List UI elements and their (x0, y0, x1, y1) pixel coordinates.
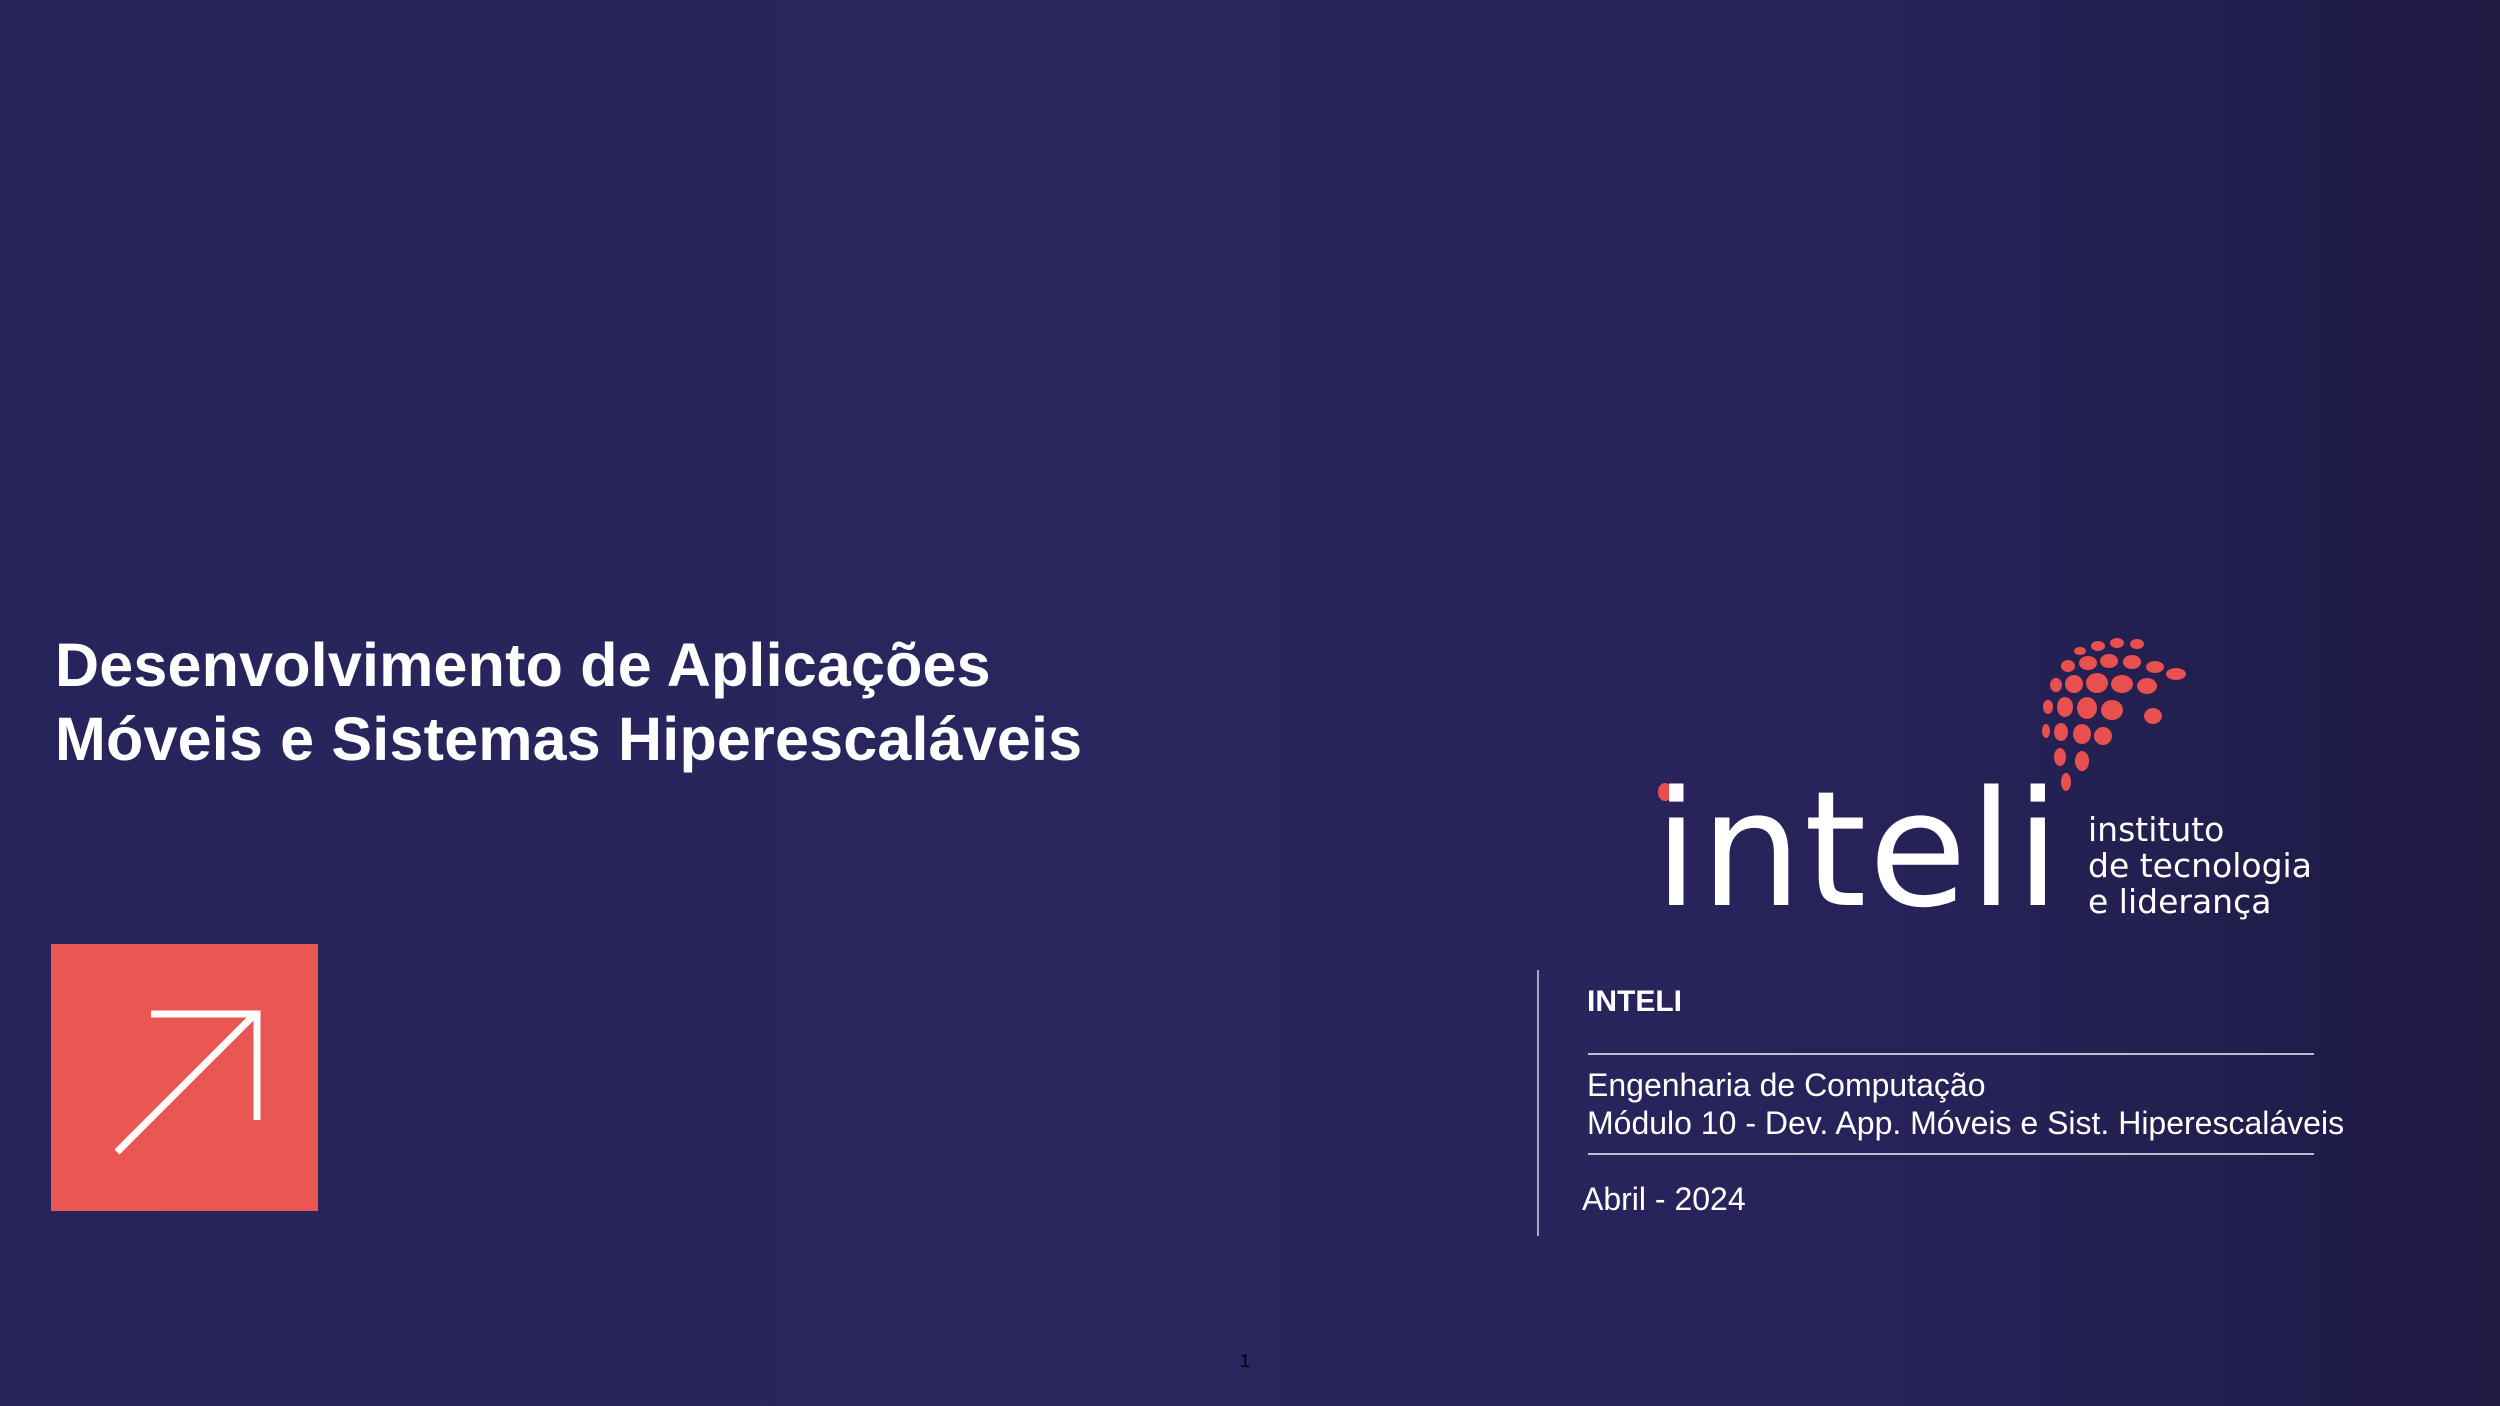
horizontal-divider-top (1588, 1053, 2314, 1055)
logo-tagline-line-2: de tecnologia (2088, 846, 2312, 885)
slide-title: Desenvolvimento de Aplicações Móveis e S… (55, 628, 1255, 776)
slide-title-line-2: Móveis e Sistemas Hiperescaláveis (55, 705, 1083, 773)
page-number: 1 (1240, 1351, 1251, 1371)
logo-tagline-line-3: e liderança (2088, 882, 2272, 921)
title-slide: Desenvolvimento de Aplicações Móveis e S… (0, 0, 2500, 1406)
vertical-divider (1537, 970, 1539, 1236)
institution-name: INTELI (1587, 985, 1682, 1018)
arrow-up-right-icon (51, 944, 318, 1211)
program-course: Engenharia de Computação (1587, 1067, 1986, 1103)
program-info: Engenharia de Computação Módulo 10 - Dev… (1587, 1066, 2344, 1142)
logo-tagline-line-1: instituto (2088, 810, 2225, 849)
inteli-logo: inteli instituto de tecnologia e lideran… (1640, 630, 2340, 940)
horizontal-divider-bottom (1588, 1153, 2314, 1155)
slide-title-line-1: Desenvolvimento de Aplicações (55, 631, 991, 699)
logo-tagline: instituto de tecnologia e liderança (2088, 812, 2312, 920)
program-module: Módulo 10 - Dev. App. Móveis e Sist. Hip… (1587, 1105, 2345, 1141)
presentation-date: Abril - 2024 (1582, 1181, 1746, 1217)
logo-wordmark: inteli (1654, 756, 2062, 943)
